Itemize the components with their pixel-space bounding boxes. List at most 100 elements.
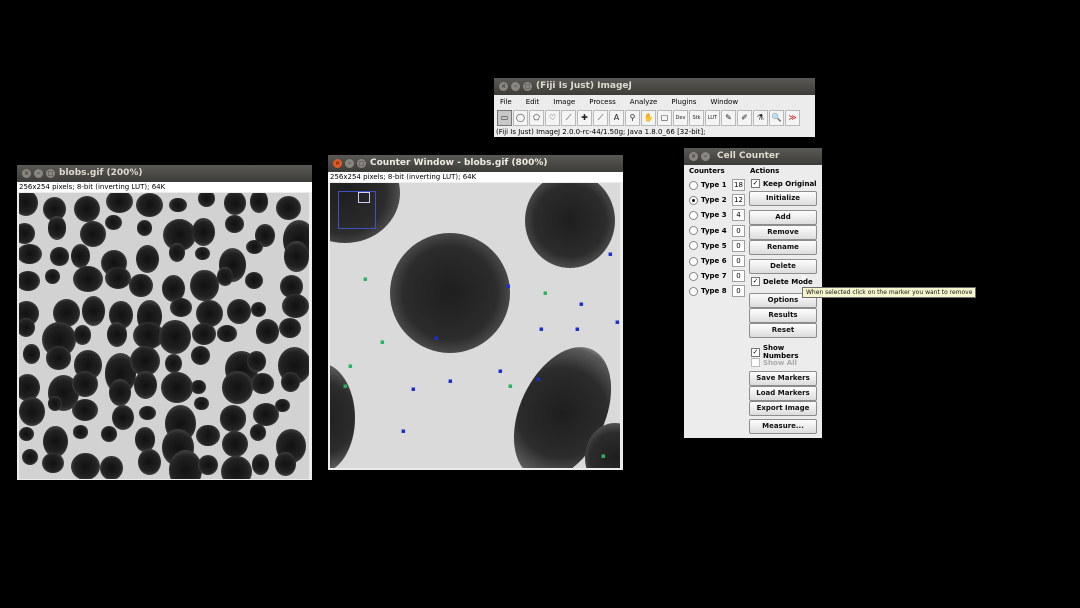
maximize-icon[interactable]: □ bbox=[46, 169, 55, 178]
reset-button[interactable]: Reset bbox=[749, 323, 817, 338]
marker-type2[interactable]: ▪ bbox=[506, 283, 511, 290]
close-icon[interactable]: × bbox=[22, 169, 31, 178]
marker-type2[interactable]: ▪ bbox=[498, 368, 503, 375]
measure-button[interactable]: Measure... bbox=[749, 419, 817, 434]
radio-button[interactable] bbox=[689, 241, 698, 251]
marker-type1[interactable]: ▪ bbox=[601, 453, 606, 460]
polygon-tool-icon[interactable]: ⬠ bbox=[529, 110, 544, 126]
magnifier-tool-icon[interactable]: ⚲ bbox=[625, 110, 640, 126]
counter-type-row[interactable]: Type 4 0 bbox=[689, 224, 745, 237]
menu-image[interactable]: Image bbox=[553, 95, 575, 109]
marker-type2[interactable]: ▪ bbox=[579, 301, 584, 308]
rename-button[interactable]: Rename bbox=[749, 240, 817, 255]
radio-button[interactable] bbox=[689, 195, 698, 205]
blob bbox=[196, 424, 220, 447]
lut-tool-icon[interactable]: LUT bbox=[705, 110, 720, 126]
marker-type2[interactable]: ▪ bbox=[448, 378, 453, 385]
menu-process[interactable]: Process bbox=[589, 95, 616, 109]
stack-tool-icon[interactable]: Stk bbox=[689, 110, 704, 126]
minimize-icon[interactable]: – bbox=[511, 82, 520, 91]
marker-type3[interactable]: ▪ bbox=[380, 339, 385, 346]
blobs-window-titlebar[interactable]: × – □ blobs.gif (200%) bbox=[17, 165, 312, 182]
radio-button[interactable] bbox=[689, 256, 698, 266]
minimize-icon[interactable]: – bbox=[34, 169, 43, 178]
marker-type1[interactable]: ▪ bbox=[508, 383, 513, 390]
counter-window-titlebar[interactable]: × – □ Counter Window - blobs.gif (800%) bbox=[328, 155, 623, 172]
show-all-checkbox[interactable]: Show All bbox=[751, 358, 797, 367]
load-markers-button[interactable]: Load Markers bbox=[749, 386, 817, 401]
wand-tool-icon[interactable]: ⟋ bbox=[593, 110, 608, 126]
color-picker-tool-icon[interactable]: ▢ bbox=[657, 110, 672, 126]
navigator-overview[interactable] bbox=[338, 191, 376, 229]
keep-original-checkbox[interactable]: ✓ Keep Original bbox=[751, 179, 817, 188]
add-button[interactable]: Add bbox=[749, 210, 817, 225]
dropper-tool-icon[interactable]: ⚗ bbox=[753, 110, 768, 126]
image-tool-icon[interactable]: 🔍 bbox=[769, 110, 784, 126]
counter-type-row[interactable]: Type 6 0 bbox=[689, 255, 745, 267]
marker-type2[interactable]: ▪ bbox=[411, 386, 416, 393]
dev-tool-icon[interactable]: Dev bbox=[673, 110, 688, 126]
tool-bar: ▭ ◯ ⬠ ♡ ⟋ ✚ ⟋ A ⚲ ✋ ▢ Dev Stk LUT ✎ ✐ ⚗ 🔍 ≫ bbox=[494, 109, 815, 127]
menu-analyze[interactable]: Analyze bbox=[630, 95, 658, 109]
marker-type2[interactable]: ▪ bbox=[536, 376, 541, 383]
export-image-button[interactable]: Export Image bbox=[749, 401, 817, 416]
menu-help[interactable]: Help bbox=[822, 95, 838, 109]
minimize-icon[interactable]: – bbox=[701, 152, 710, 161]
marker-type3[interactable]: ▪ bbox=[348, 363, 353, 370]
counter-value: 12 bbox=[732, 194, 745, 207]
results-button[interactable]: Results bbox=[749, 308, 817, 323]
maximize-icon[interactable]: □ bbox=[357, 159, 366, 168]
more-tools-icon[interactable]: ≫ bbox=[785, 110, 800, 126]
menu-plugins[interactable]: Plugins bbox=[671, 95, 696, 109]
counter-value: 4 bbox=[732, 209, 745, 222]
text-tool-icon[interactable]: A bbox=[609, 110, 624, 126]
initialize-button[interactable]: Initialize bbox=[749, 191, 817, 206]
delete-button[interactable]: Delete bbox=[749, 259, 817, 274]
rectangle-tool-icon[interactable]: ▭ bbox=[497, 110, 512, 126]
navigator-viewport[interactable] bbox=[358, 192, 370, 203]
radio-button[interactable] bbox=[689, 271, 698, 281]
radio-button[interactable] bbox=[689, 180, 698, 190]
radio-button[interactable] bbox=[689, 210, 698, 220]
marker-type2[interactable]: ▪ bbox=[539, 326, 544, 333]
blobs-image-canvas[interactable] bbox=[19, 193, 309, 479]
menu-window[interactable]: Window bbox=[710, 95, 738, 109]
marker-type2[interactable]: ▪ bbox=[615, 319, 620, 326]
marker-type2[interactable]: ▪ bbox=[401, 428, 406, 435]
hand-tool-icon[interactable]: ✋ bbox=[641, 110, 656, 126]
counter-type-row[interactable]: Type 8 0 bbox=[689, 285, 745, 298]
counter-value: 0 bbox=[732, 285, 745, 298]
radio-button[interactable] bbox=[689, 226, 698, 236]
remove-button[interactable]: Remove bbox=[749, 225, 817, 240]
close-icon[interactable]: × bbox=[689, 152, 698, 161]
counter-image-canvas[interactable]: ▪ ▪ ▪ ▪ ▪ ▪ ▪ ▪ ▪ ▪ ▪ ▪ ▪ ▪ ▪ ▪ ▪ ▪ ▪ bbox=[330, 183, 620, 468]
save-markers-button[interactable]: Save Markers bbox=[749, 371, 817, 386]
imagej-titlebar[interactable]: × – □ (Fiji Is Just) ImageJ bbox=[494, 78, 815, 95]
counter-type-row[interactable]: Type 7 0 bbox=[689, 270, 745, 283]
marker-type3[interactable]: ▪ bbox=[363, 276, 368, 283]
pencil-tool-icon[interactable]: ✎ bbox=[721, 110, 736, 126]
oval-tool-icon[interactable]: ◯ bbox=[513, 110, 528, 126]
point-tool-icon[interactable]: ✚ bbox=[577, 110, 592, 126]
counter-type-row[interactable]: Type 3 4 bbox=[689, 209, 745, 222]
blob bbox=[251, 453, 270, 475]
cell-counter-titlebar[interactable]: × – Cell Counter bbox=[684, 148, 822, 165]
marker-type2[interactable]: ▪ bbox=[575, 326, 580, 333]
freehand-tool-icon[interactable]: ♡ bbox=[545, 110, 560, 126]
line-tool-icon[interactable]: ⟋ bbox=[561, 110, 576, 126]
brush-tool-icon[interactable]: ✐ bbox=[737, 110, 752, 126]
maximize-icon[interactable]: □ bbox=[523, 82, 532, 91]
radio-button[interactable] bbox=[689, 286, 698, 296]
close-icon[interactable]: × bbox=[499, 82, 508, 91]
marker-type3[interactable]: ▪ bbox=[543, 290, 548, 297]
marker-type2[interactable]: ▪ bbox=[608, 251, 613, 258]
marker-type2[interactable]: ▪ bbox=[434, 335, 439, 342]
counter-type-row[interactable]: Type 5 0 bbox=[689, 239, 745, 252]
minimize-icon[interactable]: – bbox=[345, 159, 354, 168]
counter-type-row[interactable]: Type 1 18 bbox=[689, 179, 745, 191]
menu-file[interactable]: File bbox=[500, 95, 512, 109]
counter-type-row[interactable]: Type 2 12 bbox=[689, 194, 745, 207]
menu-edit[interactable]: Edit bbox=[526, 95, 540, 109]
close-icon[interactable]: × bbox=[333, 159, 342, 168]
marker-type1[interactable]: ▪ bbox=[343, 383, 348, 390]
